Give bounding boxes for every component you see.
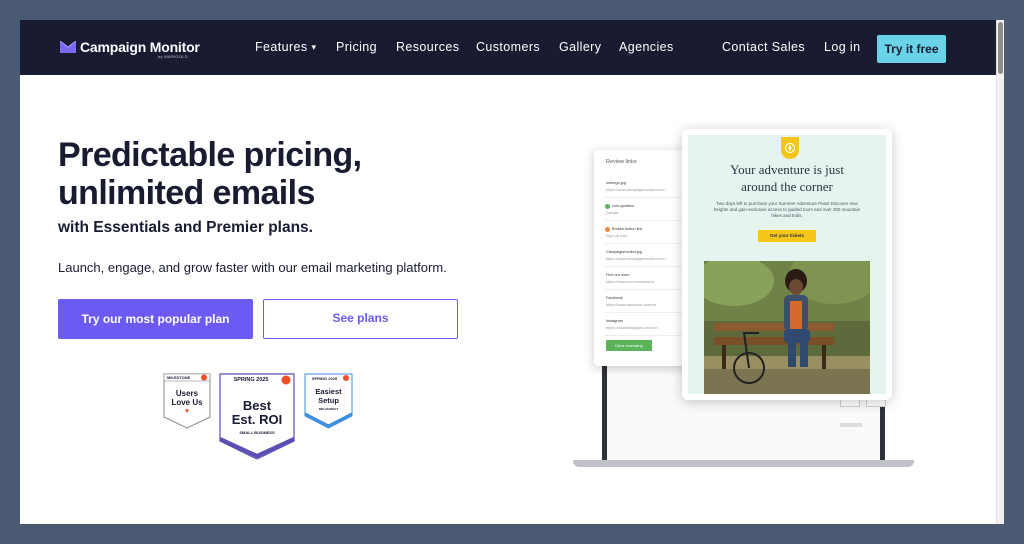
done-reviewing-button[interactable]: Done reviewing xyxy=(606,340,652,351)
review-link-item[interactable]: Broken button linkSign up now› xyxy=(604,224,688,244)
review-link-item[interactable]: Instagramhttps://www.instagram.com/cm› xyxy=(604,316,688,336)
badge-segment-label: SMALL BUSINESS xyxy=(239,430,275,435)
nav-resources[interactable]: Resources xyxy=(396,40,459,54)
check-icon xyxy=(605,204,610,209)
get-tickets-button[interactable]: Get your tickets xyxy=(758,230,816,242)
link-name: onthego.jpg xyxy=(606,181,626,185)
badge-line-2: Love Us xyxy=(171,398,203,407)
email-preview-card: Your adventure is just around the corner… xyxy=(682,129,892,400)
review-links-panel: Review links onthego.jpg https://www.camp… xyxy=(594,150,694,366)
g2-badge-easiest-setup: SPRING 2025 Easiest Setup MID-MARKET xyxy=(304,373,353,429)
nav-features[interactable]: Features ▾ xyxy=(255,40,316,54)
hero-lede: Launch, engage, and grow faster with our… xyxy=(58,260,447,275)
link-url: https://www.instagram.com/cm xyxy=(606,326,658,330)
email-logo-tab xyxy=(781,137,799,159)
hero-headline: Predictable pricing, unlimited emails xyxy=(58,136,362,212)
link-url: https://www.campaignmonitor.com/... xyxy=(606,257,668,261)
review-link-item[interactable]: Link updatedDonate› xyxy=(604,201,688,221)
review-link-item[interactable]: onthego.jpg https://www.campaignmonitor.c… xyxy=(604,178,688,198)
review-link-item[interactable]: Facebookhttps://www.facebook.com/cm› xyxy=(604,293,688,313)
badge-line-1: Best xyxy=(242,398,272,413)
link-name: Link updated xyxy=(612,204,634,208)
nav-customers[interactable]: Customers xyxy=(476,40,540,54)
link-name: Facebook xyxy=(606,296,623,300)
warning-icon xyxy=(605,227,610,232)
badge-segment-label: MID-MARKET xyxy=(318,407,339,411)
campaign-monitor-logo[interactable]: Campaign Monitor by MARIGOLD xyxy=(60,39,200,59)
nav-agencies[interactable]: Agencies xyxy=(619,40,674,54)
review-link-item[interactable]: Find out morehttps://www.cm.com/aboutus› xyxy=(604,270,688,290)
compass-icon xyxy=(784,142,796,154)
email-hero-photo xyxy=(704,261,870,394)
nav-pricing[interactable]: Pricing xyxy=(336,40,377,54)
scrollbar[interactable] xyxy=(996,20,1004,524)
badge-top-label: SPRING 2025 xyxy=(311,376,338,381)
review-link-item[interactable]: Campaignmonitor.jpg https://www.campaignm… xyxy=(604,247,688,267)
top-navigation: Campaign Monitor by MARIGOLD Features ▾ P… xyxy=(20,20,996,75)
hero-subhead: with Essentials and Premier plans. xyxy=(58,219,313,236)
nav-contact-sales[interactable]: Contact Sales xyxy=(722,40,805,54)
brand-byline: by MARIGOLD xyxy=(158,54,188,59)
link-name: Campaignmonitor.jpg xyxy=(606,250,642,254)
brand-name: Campaign Monitor xyxy=(80,39,200,55)
link-url: https://www.facebook.com/cm xyxy=(606,303,657,307)
chevron-down-icon: ▾ xyxy=(311,42,317,52)
link-url: https://www.campaignmonitor.com/... xyxy=(606,188,668,192)
email-headline-line-2: around the corner xyxy=(741,179,833,194)
heart-icon: ♥ xyxy=(184,408,190,415)
email-headline: Your adventure is just around the corner xyxy=(688,161,886,195)
badge-line-2: Est. ROI xyxy=(231,412,283,427)
nav-login[interactable]: Log in xyxy=(824,40,860,54)
badge-top-label: MILESTONE xyxy=(167,375,191,380)
badge-top-label: SPRING 2025 xyxy=(233,377,269,383)
hero-headline-line-2: unlimited emails xyxy=(58,174,315,212)
email-headline-line-1: Your adventure is just xyxy=(730,162,844,177)
email-body-text: Two days left to purchase your Summer Ad… xyxy=(713,201,861,218)
review-panel-title: Review links xyxy=(606,159,637,165)
badge-line-1: Easiest xyxy=(315,387,342,396)
link-url: https://www.cm.com/aboutus xyxy=(606,280,655,284)
decorative-mask xyxy=(886,270,926,370)
browser-viewport: Campaign Monitor by MARIGOLD Features ▾ P… xyxy=(20,20,1004,524)
try-it-free-button[interactable]: Try it free xyxy=(877,35,946,63)
g2-badge-best-roi: SPRING 2025 Best Est. ROI SMALL BUSINESS xyxy=(219,373,295,460)
laptop-base xyxy=(573,460,914,467)
scrollbar-thumb[interactable] xyxy=(998,22,1003,74)
link-name: Instagram xyxy=(606,319,623,323)
link-name: Find out more xyxy=(606,273,630,277)
woman-on-bench-photo xyxy=(704,261,870,394)
popular-plan-button[interactable]: Try our most popular plan xyxy=(58,299,253,339)
link-name: Broken button link xyxy=(612,227,643,231)
g2-badge-users-love-us: MILESTONE Users Love Us ♥ xyxy=(163,373,211,429)
badge-line-2: Setup xyxy=(318,396,339,405)
email-preview-body: Your adventure is just around the corner… xyxy=(688,135,886,394)
nav-gallery[interactable]: Gallery xyxy=(559,40,601,54)
hero-headline-line-1: Predictable pricing, xyxy=(58,136,362,174)
link-url: Donate xyxy=(606,211,619,215)
link-url: Sign up now xyxy=(606,234,627,238)
envelope-logo-icon xyxy=(60,41,76,53)
see-plans-button[interactable]: See plans xyxy=(263,299,458,339)
placeholder-bar xyxy=(840,423,862,427)
badge-line-1: Users xyxy=(175,389,199,398)
